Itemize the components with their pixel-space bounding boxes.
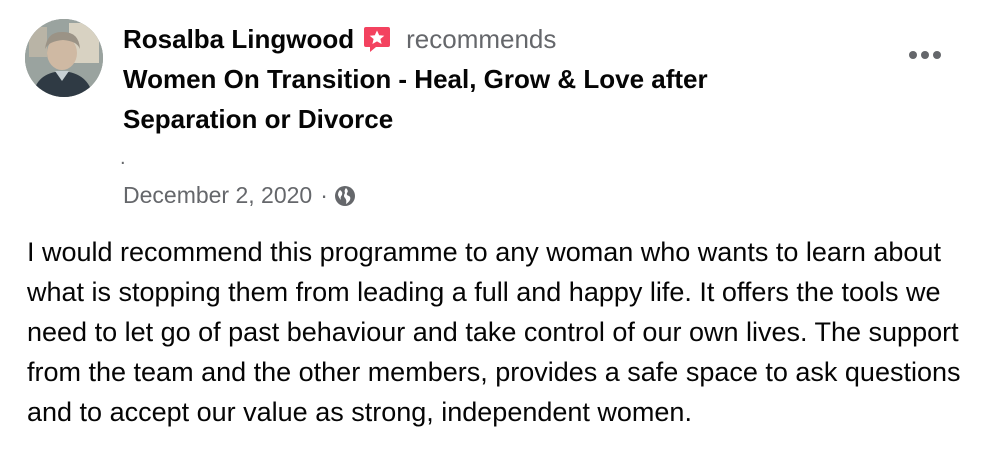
page-name-link[interactable]: Women On Transition - Heal, Grow & Love … [123, 59, 823, 139]
post-header: Rosalba Lingwood recommends Women On Tra… [123, 20, 823, 139]
action-verb: recommends [406, 23, 557, 54]
more-options-button[interactable] [902, 38, 948, 72]
author-name-link[interactable]: Rosalba Lingwood [123, 24, 354, 55]
globe-icon[interactable] [334, 185, 356, 207]
post-meta: December 2, 2020 · [123, 182, 356, 209]
more-options-icon [909, 51, 941, 59]
author-avatar[interactable] [25, 19, 103, 97]
header-first-line: Rosalba Lingwood recommends [123, 20, 823, 58]
separator-dot: . [120, 147, 126, 169]
avatar-photo [25, 19, 103, 97]
recommend-star-badge-icon [362, 24, 392, 54]
meta-separator: · [320, 182, 328, 208]
post-date[interactable]: December 2, 2020 [123, 182, 312, 209]
review-text: I would recommend this programme to any … [27, 237, 961, 427]
